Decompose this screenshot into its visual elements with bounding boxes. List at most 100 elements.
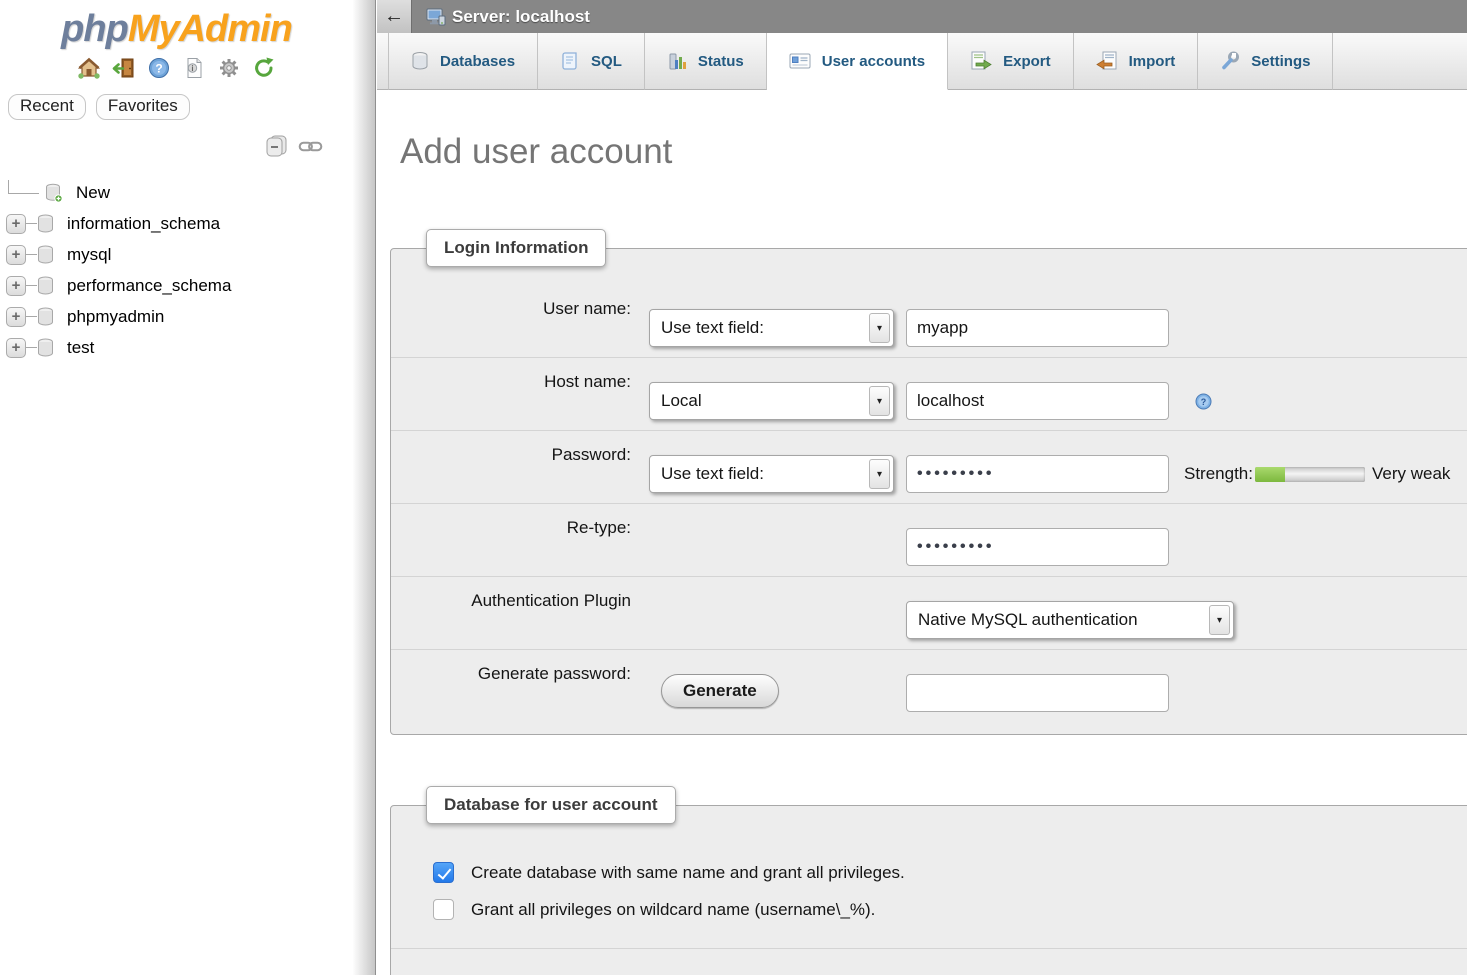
generate-password-label: Generate password: (391, 658, 631, 712)
sql-icon (560, 51, 580, 71)
tab-label: Import (1129, 53, 1176, 70)
server-title: Server: localhost (452, 7, 590, 27)
username-label: User name: (391, 293, 631, 347)
tree-item-new-database[interactable]: New (0, 177, 353, 208)
generated-password-input[interactable] (906, 674, 1169, 712)
tab-export[interactable]: Export (948, 33, 1074, 90)
tree-item-database[interactable]: + performance_schema (0, 270, 353, 301)
tree-item-database[interactable]: + phpmyadmin (0, 301, 353, 332)
back-arrow-icon: ← (384, 5, 404, 28)
database-icon (37, 307, 54, 326)
checkbox-label[interactable]: Create database with same name and grant… (471, 863, 905, 883)
recent-button[interactable]: Recent (8, 94, 86, 120)
svg-text:?: ? (1201, 397, 1207, 407)
user-accounts-icon (789, 52, 811, 70)
auth-plugin-label: Authentication Plugin (391, 585, 631, 639)
import-icon (1096, 51, 1118, 71)
username-input[interactable] (906, 309, 1169, 347)
tab-status[interactable]: Status (645, 33, 767, 90)
tree-item-label: phpmyadmin (67, 307, 164, 327)
server-icon (426, 8, 446, 26)
settings-wrench-icon (1220, 51, 1240, 71)
back-button[interactable]: ← (377, 0, 412, 33)
tree-connector (26, 347, 37, 348)
tree-item-label: mysql (67, 245, 111, 265)
grant-wildcard-checkbox[interactable] (433, 899, 454, 920)
home-icon[interactable] (76, 55, 102, 81)
help-icon[interactable]: ? (146, 55, 172, 81)
page-title: Add user account (400, 132, 1467, 172)
hostname-input[interactable] (906, 382, 1169, 420)
database-icon (37, 245, 54, 264)
tab-databases[interactable]: Databases (388, 33, 538, 90)
expand-icon[interactable]: + (6, 276, 26, 296)
database-for-user-account-fieldset: Database for user account Create databas… (390, 805, 1467, 975)
tab-settings[interactable]: Settings (1198, 33, 1333, 90)
login-information-legend: Login Information (426, 229, 606, 267)
server-breadcrumb: Server: localhost (412, 0, 1467, 33)
chevron-down-icon: ▾ (869, 313, 890, 343)
tree-item-label: performance_schema (67, 276, 231, 296)
svg-text:?: ? (155, 62, 162, 76)
tree-connector (26, 285, 37, 286)
tab-label: Settings (1251, 53, 1310, 70)
logo-php-part: php (61, 8, 128, 50)
hostname-type-select[interactable]: Local ▾ (649, 382, 894, 420)
password-strength-meter (1255, 467, 1365, 482)
tree-item-database[interactable]: + information_schema (0, 208, 353, 239)
tree-item-label: information_schema (67, 214, 220, 234)
tree-item-database[interactable]: + mysql (0, 239, 353, 270)
documentation-icon[interactable]: i (181, 55, 207, 81)
tab-bar: Databases SQL Status User accounts Expor… (377, 33, 1467, 90)
checkbox-label[interactable]: Grant all privileges on wildcard name (u… (471, 900, 875, 920)
tab-sql[interactable]: SQL (538, 33, 645, 90)
settings-gear-icon[interactable] (216, 55, 242, 81)
status-icon (667, 51, 687, 71)
new-database-icon (45, 183, 63, 203)
password-strength: Strength: Very weak (1184, 455, 1450, 493)
username-type-select[interactable]: Use text field: ▾ (649, 309, 894, 347)
expand-icon[interactable]: + (6, 338, 26, 358)
tree-item-database[interactable]: + test (0, 332, 353, 363)
auth-plugin-row: Authentication Plugin Native MySQL authe… (391, 577, 1467, 650)
phpmyadmin-window: phpMyAdmin ? i Recent Favorites (0, 0, 1467, 975)
tab-label: Databases (440, 53, 515, 70)
phpmyadmin-logo[interactable]: phpMyAdmin (0, 8, 353, 51)
create-database-checkbox[interactable] (433, 862, 454, 883)
expand-icon[interactable]: + (6, 214, 26, 234)
retype-password-row: Re-type: (391, 504, 1467, 577)
username-row: User name: Use text field: ▾ (391, 285, 1467, 358)
tab-import[interactable]: Import (1074, 33, 1199, 90)
sidebar: phpMyAdmin ? i Recent Favorites (0, 0, 353, 975)
hostname-row: Host name: Local ▾ ? (391, 358, 1467, 431)
password-label: Password: (391, 439, 631, 493)
sidebar-resize-handle[interactable] (353, 0, 376, 975)
expand-icon[interactable]: + (6, 245, 26, 265)
logout-icon[interactable] (111, 55, 137, 81)
svg-text:i: i (191, 64, 193, 73)
password-strength-fill (1255, 467, 1285, 482)
login-information-fieldset: Login Information User name: Use text fi… (390, 248, 1467, 735)
expand-icon[interactable]: + (6, 307, 26, 327)
database-icon (37, 338, 54, 357)
retype-password-input[interactable] (906, 528, 1169, 566)
tab-label: SQL (591, 53, 622, 70)
password-type-select[interactable]: Use text field: ▾ (649, 455, 894, 493)
tab-label: User accounts (822, 53, 925, 70)
reload-icon[interactable] (251, 55, 277, 81)
database-icon (37, 276, 54, 295)
create-database-option[interactable]: Create database with same name and grant… (391, 862, 1467, 883)
tree-item-label: New (76, 183, 110, 203)
password-input[interactable] (906, 455, 1169, 493)
collapse-all-icon[interactable] (264, 134, 289, 164)
favorites-button[interactable]: Favorites (96, 94, 190, 120)
link-with-main-panel-icon[interactable] (298, 139, 323, 159)
tab-user-accounts[interactable]: User accounts (767, 33, 948, 90)
hostname-help-icon[interactable]: ? (1195, 382, 1212, 420)
auth-plugin-select[interactable]: Native MySQL authentication ▾ (906, 601, 1234, 639)
database-icon (411, 51, 429, 71)
hostname-label: Host name: (391, 366, 631, 420)
generate-button[interactable]: Generate (661, 674, 779, 708)
row-separator (391, 948, 1467, 949)
grant-wildcard-option[interactable]: Grant all privileges on wildcard name (u… (391, 899, 1467, 920)
